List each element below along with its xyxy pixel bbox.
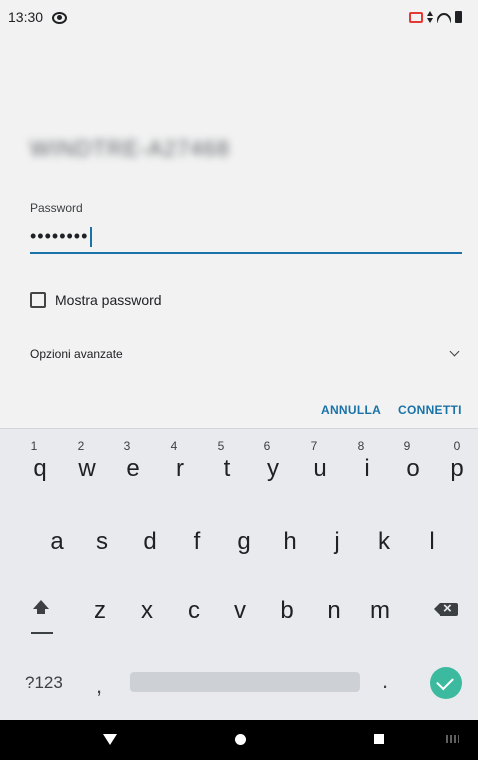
show-password-toggle[interactable]: Mostra password [30,292,162,308]
key-w[interactable]: 2w [67,439,107,483]
key-c[interactable]: c [174,597,214,625]
key-v[interactable]: v [220,597,260,625]
key-label: o [406,455,420,482]
key-label: y [267,455,279,482]
key-i[interactable]: 8i [347,439,387,483]
battery-icon [455,11,462,23]
password-input[interactable]: •••••••• [30,224,462,254]
data-transfer-icon [427,11,433,23]
home-icon[interactable] [235,734,246,745]
key-label: r [176,455,184,482]
chevron-down-icon[interactable] [449,346,460,357]
key-d[interactable]: d [130,528,170,556]
key-hint: 9 [403,439,411,453]
shift-key-icon[interactable] [31,600,51,636]
key-label: u [313,455,327,482]
password-value: •••••••• [30,226,89,246]
back-icon[interactable] [103,734,117,745]
key-l[interactable]: l [412,528,452,556]
key-k[interactable]: k [364,528,404,556]
key-e[interactable]: 3e [113,439,153,483]
comma-key[interactable]: , [96,673,102,699]
key-x[interactable]: x [127,597,167,625]
key-hint: 6 [263,439,271,453]
key-label: q [33,455,47,482]
key-hint: 4 [170,439,178,453]
key-n[interactable]: n [314,597,354,625]
symbols-key[interactable]: ?123 [25,673,63,693]
wifi-icon [437,11,451,23]
key-hint: 2 [77,439,85,453]
key-label: p [450,455,464,482]
backspace-icon[interactable] [434,601,458,617]
navigation-bar [0,720,478,760]
advanced-options-dropdown[interactable]: Opzioni avanzate [30,343,462,365]
show-password-label: Mostra password [55,292,162,308]
cast-icon [409,11,423,23]
key-b[interactable]: b [267,597,307,625]
key-h[interactable]: h [270,528,310,556]
network-name: WINDTRE-A27468 [30,136,230,161]
cancel-button[interactable]: ANNULLA [321,403,381,417]
key-j[interactable]: j [317,528,357,556]
key-u[interactable]: 7u [300,439,340,483]
key-hint: 1 [30,439,38,453]
key-m[interactable]: m [360,597,400,625]
enter-check-icon[interactable] [430,667,462,699]
key-hint: 0 [453,439,461,453]
show-password-checkbox[interactable] [30,292,46,308]
key-label: t [223,455,231,482]
status-time: 13:30 [8,9,44,25]
password-label: Password [30,201,83,215]
status-bar: 13:30 [0,0,478,36]
key-p[interactable]: 0p [437,439,477,483]
advanced-options-label: Opzioni avanzate [30,347,123,361]
key-o[interactable]: 9o [393,439,433,483]
spacebar[interactable] [130,672,360,692]
key-t[interactable]: 5t [207,439,247,483]
status-icons [409,9,462,25]
key-hint: 8 [357,439,365,453]
key-f[interactable]: f [177,528,217,556]
key-q[interactable]: 1q [20,439,60,483]
key-label: e [126,455,140,482]
key-hint: 5 [217,439,225,453]
eye-icon [52,12,67,24]
key-label: w [78,455,96,482]
key-z[interactable]: z [80,597,120,625]
key-y[interactable]: 6y [253,439,293,483]
key-hint: 3 [123,439,131,453]
period-key[interactable]: . [382,668,388,694]
text-cursor [90,227,93,248]
key-label: i [364,455,370,482]
key-s[interactable]: s [82,528,122,556]
keyboard-switch-icon[interactable] [446,735,459,743]
shift-indicator [31,632,53,634]
recents-icon[interactable] [374,734,384,744]
connect-button[interactable]: CONNETTI [398,403,462,417]
key-g[interactable]: g [224,528,264,556]
key-a[interactable]: a [37,528,77,556]
key-r[interactable]: 4r [160,439,200,483]
key-hint: 7 [310,439,318,453]
